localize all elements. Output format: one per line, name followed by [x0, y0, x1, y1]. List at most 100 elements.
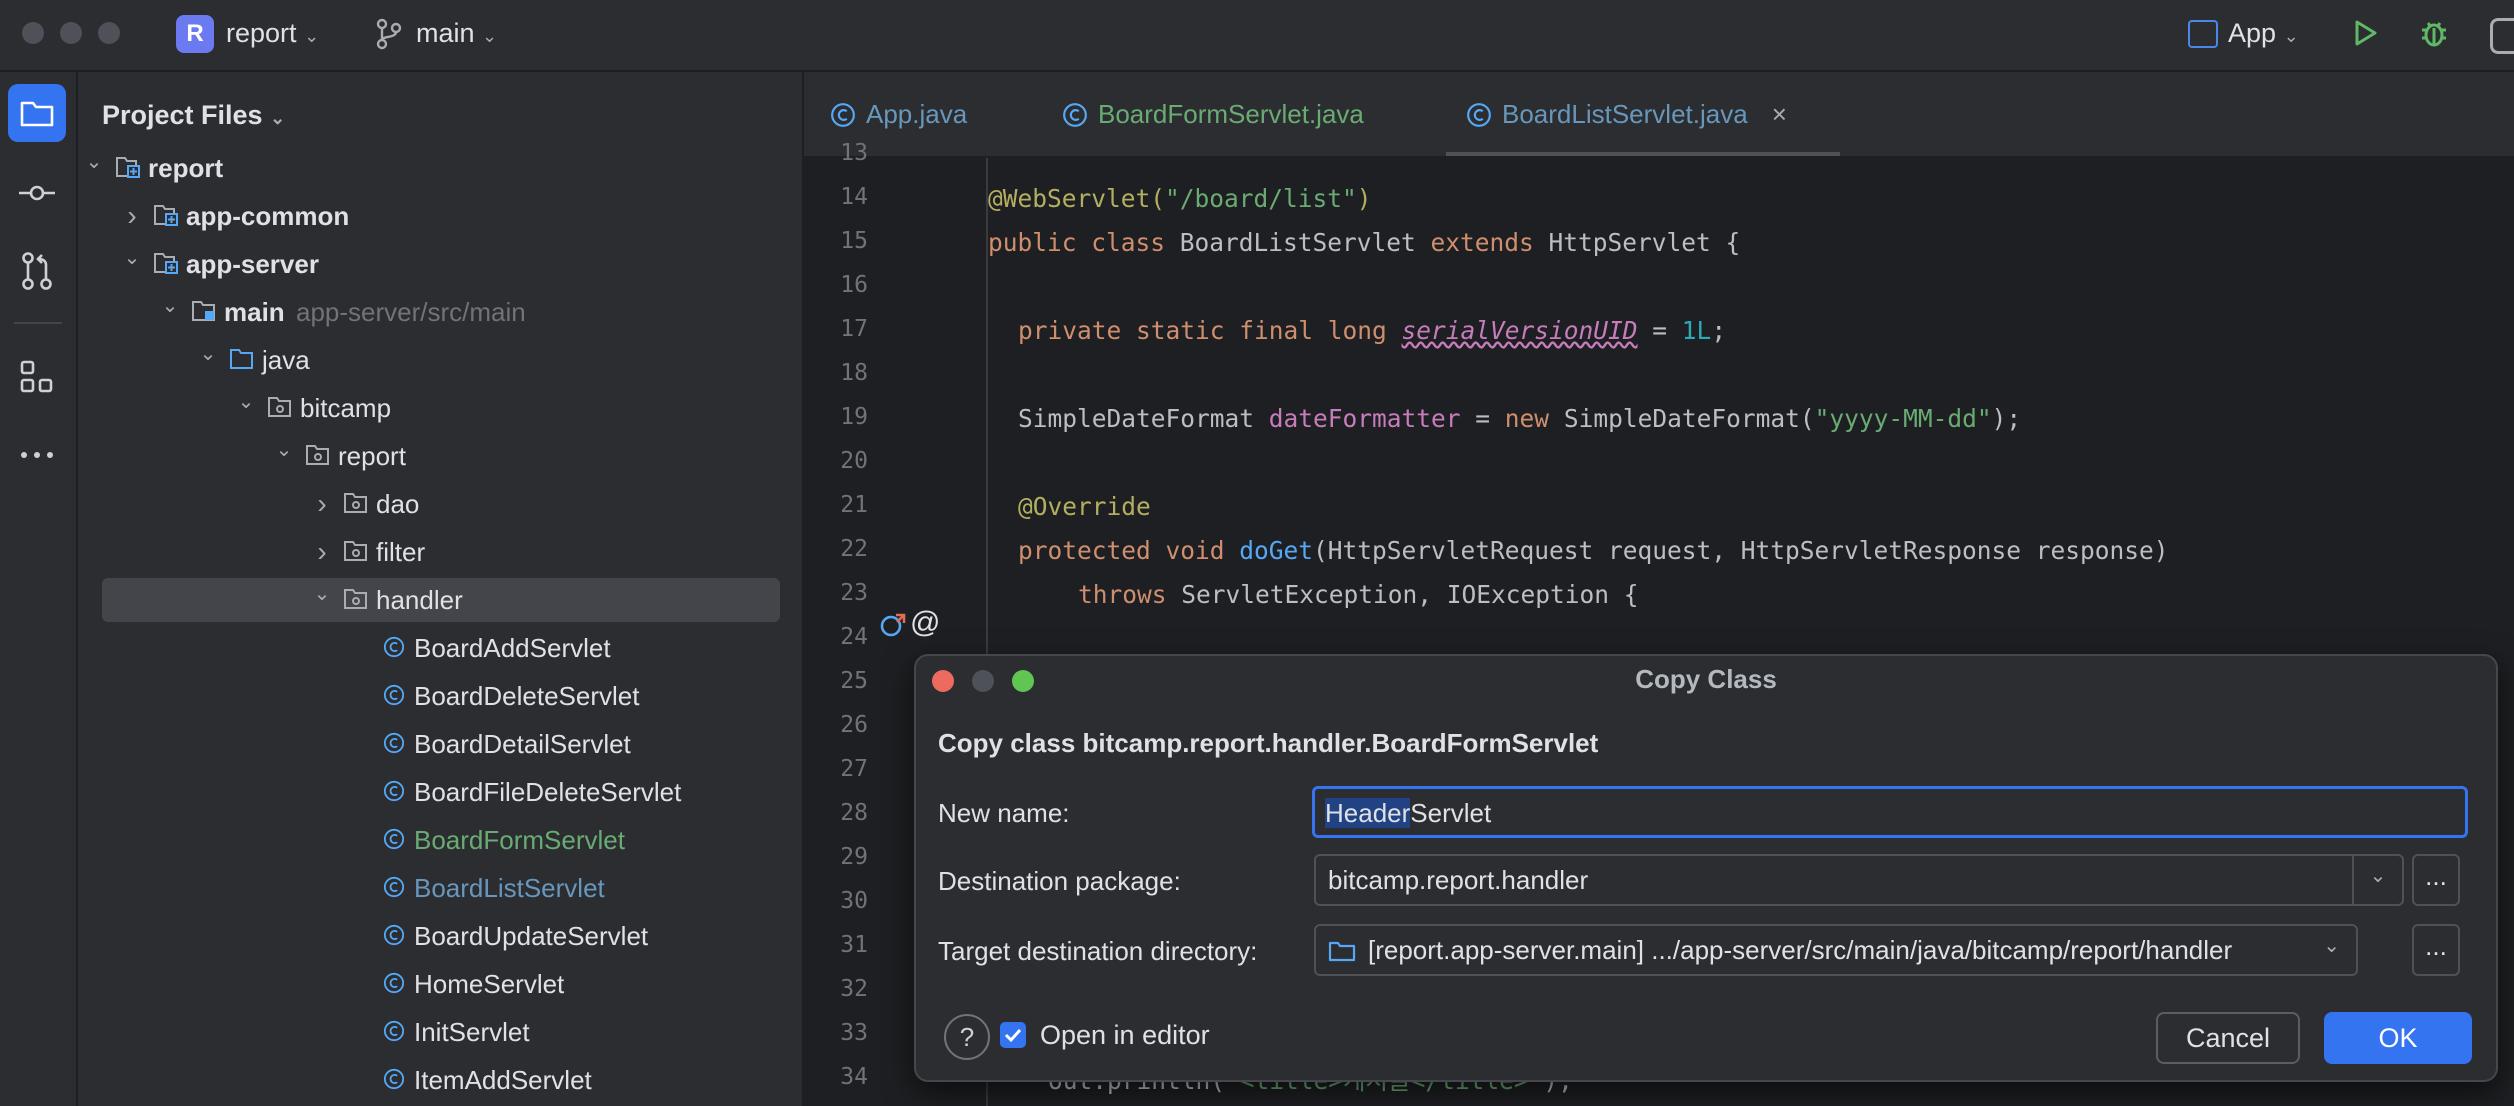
tree-item-boardlistservlet[interactable]: BoardListServlet	[78, 866, 802, 910]
help-button[interactable]: ?	[944, 1014, 990, 1060]
tree-item-boardformservlet[interactable]: BoardFormServlet	[78, 818, 802, 862]
open-in-editor-checkbox[interactable]	[1000, 1022, 1026, 1048]
class-icon	[382, 818, 406, 862]
tree-item-label: bitcamp	[300, 393, 392, 423]
line-number: 28	[840, 800, 868, 826]
chevron-down-icon[interactable]: ⌄	[160, 284, 180, 328]
destination-package-browse-button[interactable]: ...	[2412, 854, 2460, 906]
overrides-method-icon[interactable]	[878, 610, 908, 640]
code-line-23[interactable]: throws ServletException, IOException {	[1078, 580, 1639, 609]
tree-item-itemaddservlet[interactable]: ItemAddServlet	[78, 1058, 802, 1102]
window-close-button[interactable]	[22, 22, 44, 44]
open-in-editor-label[interactable]: Open in editor	[1040, 1020, 1210, 1051]
ok-button[interactable]: OK	[2324, 1012, 2472, 1064]
line-number: 24	[840, 624, 868, 650]
code-line-15[interactable]: public class BoardListServlet extends Ht…	[988, 228, 1740, 257]
class-icon	[1063, 103, 1087, 127]
tree-item-homeservlet[interactable]: HomeServlet	[78, 962, 802, 1006]
branch-switcher[interactable]: main ⌄	[416, 18, 497, 49]
run-icon[interactable]	[2350, 18, 2380, 48]
chevron-down-icon[interactable]: ⌄	[236, 380, 256, 424]
close-tab-icon[interactable]: ×	[1772, 99, 1787, 129]
chevron-right-icon[interactable]: ›	[122, 194, 142, 238]
tree-item-label: BoardDetailServlet	[414, 729, 631, 759]
tree-item-handler[interactable]: ⌄ handler	[102, 578, 780, 622]
tab-label: BoardListServlet.java	[1502, 99, 1748, 129]
dialog-heading: Copy class bitcamp.report.handler.BoardF…	[938, 728, 1599, 758]
project-panel-title[interactable]: Project Files ⌄	[102, 100, 285, 131]
target-directory-combo[interactable]: [report.app-server.main] .../app-server/…	[1314, 924, 2358, 976]
structure-icon	[20, 360, 53, 393]
tree-item-label: report	[338, 441, 406, 471]
cancel-button[interactable]: Cancel	[2156, 1012, 2300, 1064]
tree-item-label: ItemAddServlet	[414, 1065, 592, 1095]
destination-package-value: bitcamp.report.handler	[1328, 865, 1589, 895]
chevron-down-icon[interactable]: ⌄	[198, 332, 218, 376]
window-zoom-button[interactable]	[98, 22, 120, 44]
folder-icon	[1328, 941, 1356, 962]
chevron-down-icon[interactable]: ⌄	[274, 428, 294, 472]
module-icon	[154, 242, 178, 286]
tree-item-boardupdateservlet[interactable]: BoardUpdateServlet	[78, 914, 802, 958]
window-minimize-button[interactable]	[60, 22, 82, 44]
chevron-right-icon[interactable]: ›	[312, 482, 332, 526]
tree-item-main[interactable]: ⌄ main app-server/src/main	[78, 290, 802, 334]
class-icon	[382, 674, 406, 718]
chevron-down-icon[interactable]: ⌄	[2352, 856, 2402, 904]
tree-item-boarddetailservlet[interactable]: BoardDetailServlet	[78, 722, 802, 766]
class-icon	[382, 770, 406, 814]
code-line-21[interactable]: @Override	[1018, 492, 1151, 521]
tree-item-report[interactable]: ⌄ report	[78, 146, 802, 190]
class-icon	[382, 722, 406, 766]
new-name-input[interactable]: HeaderServlet	[1312, 786, 2468, 838]
annotation-gutter-icon[interactable]: @	[910, 606, 940, 640]
project-badge[interactable]: R	[176, 15, 214, 53]
module-icon	[154, 194, 178, 238]
class-icon	[382, 1010, 406, 1054]
tree-item-boardaddservlet[interactable]: BoardAddServlet	[78, 626, 802, 670]
tree-item-filter[interactable]: › filter	[78, 530, 802, 574]
run-config-selector[interactable]: App ⌄	[2228, 18, 2299, 49]
more-tools-button[interactable]	[8, 426, 66, 484]
tree-item-dao[interactable]: › dao	[78, 482, 802, 526]
tree-item-boarddeleteservlet[interactable]: BoardDeleteServlet	[78, 674, 802, 718]
target-directory-browse-button[interactable]: ...	[2412, 924, 2460, 976]
chevron-down-icon[interactable]: ⌄	[84, 140, 104, 184]
code-line-17[interactable]: private static final long serialVersionU…	[1018, 316, 1726, 345]
class-icon	[382, 962, 406, 1006]
new-name-label: New name:	[938, 798, 1070, 828]
chevron-right-icon[interactable]: ›	[312, 530, 332, 574]
tree-item-bitcamp[interactable]: ⌄ bitcamp	[78, 386, 802, 430]
class-icon	[1467, 103, 1491, 127]
target-directory-value: [report.app-server.main] .../app-server/…	[1368, 935, 2233, 965]
commit-tool-button[interactable]	[8, 164, 66, 222]
tree-item-boardfiledeleteservlet[interactable]: BoardFileDeleteServlet	[78, 770, 802, 814]
line-number: 25	[840, 668, 868, 694]
line-number: 15	[840, 228, 868, 254]
tree-item-initservlet[interactable]: InitServlet	[78, 1010, 802, 1054]
debug-icon[interactable]	[2418, 16, 2450, 50]
code-line-14[interactable]: @WebServlet("/board/list")	[988, 184, 1372, 213]
project-tool-button[interactable]	[8, 84, 66, 142]
tree-item-label: filter	[376, 537, 426, 567]
destination-package-combo[interactable]: bitcamp.report.handler ⌄	[1314, 854, 2404, 906]
code-line-22[interactable]: protected void doGet(HttpServletRequest …	[1018, 536, 2169, 565]
structure-tool-button[interactable]	[8, 348, 66, 406]
window-edge-icon	[2490, 18, 2514, 54]
tree-item-app-server[interactable]: ⌄ app-server	[78, 242, 802, 286]
editor-tab-boardformservlet-java[interactable]: BoardFormServlet.java	[1062, 72, 1364, 156]
tree-item-java[interactable]: ⌄ java	[78, 338, 802, 382]
project-switcher[interactable]: report ⌄	[226, 18, 319, 49]
package-icon	[344, 578, 368, 622]
chevron-down-icon[interactable]: ⌄	[312, 572, 332, 616]
tree-item-app-common[interactable]: › app-common	[78, 194, 802, 238]
line-number: 21	[840, 492, 868, 518]
class-icon	[382, 1058, 406, 1102]
pull-requests-tool-button[interactable]	[8, 242, 66, 300]
editor-tab-boardlistservlet-java[interactable]: BoardListServlet.java ×	[1446, 72, 1840, 156]
chevron-down-icon[interactable]: ⌄	[122, 236, 142, 280]
tree-item-report[interactable]: ⌄ report	[78, 434, 802, 478]
tree-item-label: report	[148, 153, 224, 183]
tree-item-label: BoardListServlet	[414, 873, 605, 903]
code-line-19[interactable]: SimpleDateFormat dateFormatter = new Sim…	[1018, 404, 2021, 433]
